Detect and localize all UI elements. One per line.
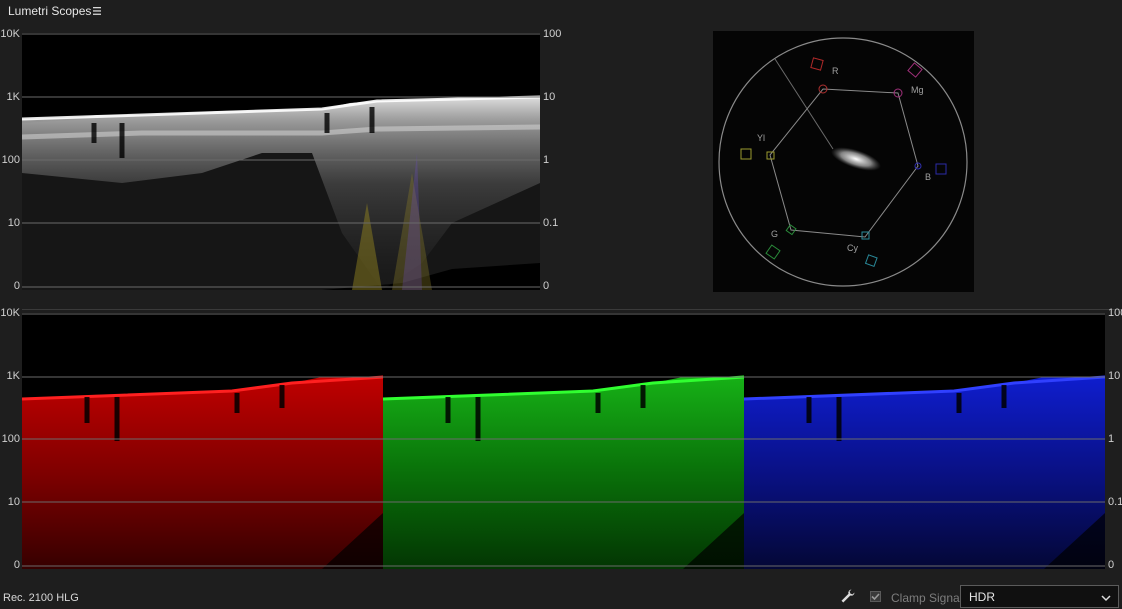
parade-left-tick: 1K <box>6 370 20 382</box>
color-space-label: Rec. 2100 HLG <box>3 592 79 604</box>
parade-right-tick: 0 <box>1108 559 1115 571</box>
luma-waveform <box>22 33 540 290</box>
panel-header: Lumetri Scopes <box>0 0 1122 22</box>
hamburger-menu-icon[interactable] <box>92 4 102 16</box>
mode-select-value: HDR <box>969 590 995 604</box>
vectorscope-label-yl: Yl <box>757 133 766 143</box>
luma-left-tick: 10 <box>7 217 20 229</box>
rgb-parade <box>22 313 1105 569</box>
parade-right-tick: 100 <box>1108 307 1122 319</box>
vectorscope-label-r: R <box>832 66 839 76</box>
luma-right-tick: 100 <box>543 28 562 40</box>
checkmark-icon <box>871 593 880 601</box>
clamp-signal-checkbox[interactable] <box>870 591 881 602</box>
luma-left-tick: 1K <box>6 91 20 103</box>
panel-title: Lumetri Scopes <box>8 4 92 18</box>
luma-left-tick: 0 <box>13 280 20 292</box>
scope-divider <box>22 309 1122 310</box>
vectorscope-label-g: G <box>771 229 779 239</box>
vectorscope-label-cy: Cy <box>847 243 858 253</box>
parade-right-tick: 0.1 <box>1108 496 1122 508</box>
luma-right-tick: 0.1 <box>543 217 559 229</box>
clamp-signal-label: Clamp Signal <box>891 591 963 605</box>
parade-right-tick: 1 <box>1108 433 1115 445</box>
luma-waveform-trace <box>22 33 540 290</box>
luma-right-tick: 1 <box>543 154 550 166</box>
mode-select[interactable]: HDR <box>960 585 1119 608</box>
luma-left-tick: 10K <box>0 28 20 40</box>
wrench-icon[interactable] <box>840 588 856 604</box>
vectorscope-label-mg: Mg <box>911 85 924 95</box>
vectorscope-label-b: B <box>925 172 932 182</box>
parade-right-tick: 10 <box>1108 370 1121 382</box>
chevron-down-icon <box>1100 591 1112 603</box>
luma-right-tick: 10 <box>543 91 556 103</box>
vectorscope <box>713 31 974 292</box>
luma-right-tick: 0 <box>543 280 550 292</box>
parade-left-tick: 10 <box>7 496 20 508</box>
vectorscope-graticule <box>718 37 968 287</box>
parade-left-tick: 10K <box>0 307 20 319</box>
luma-left-tick: 100 <box>1 154 20 166</box>
parade-left-tick: 0 <box>13 559 20 571</box>
parade-left-tick: 100 <box>1 433 20 445</box>
rgb-parade-trace <box>22 313 1105 569</box>
